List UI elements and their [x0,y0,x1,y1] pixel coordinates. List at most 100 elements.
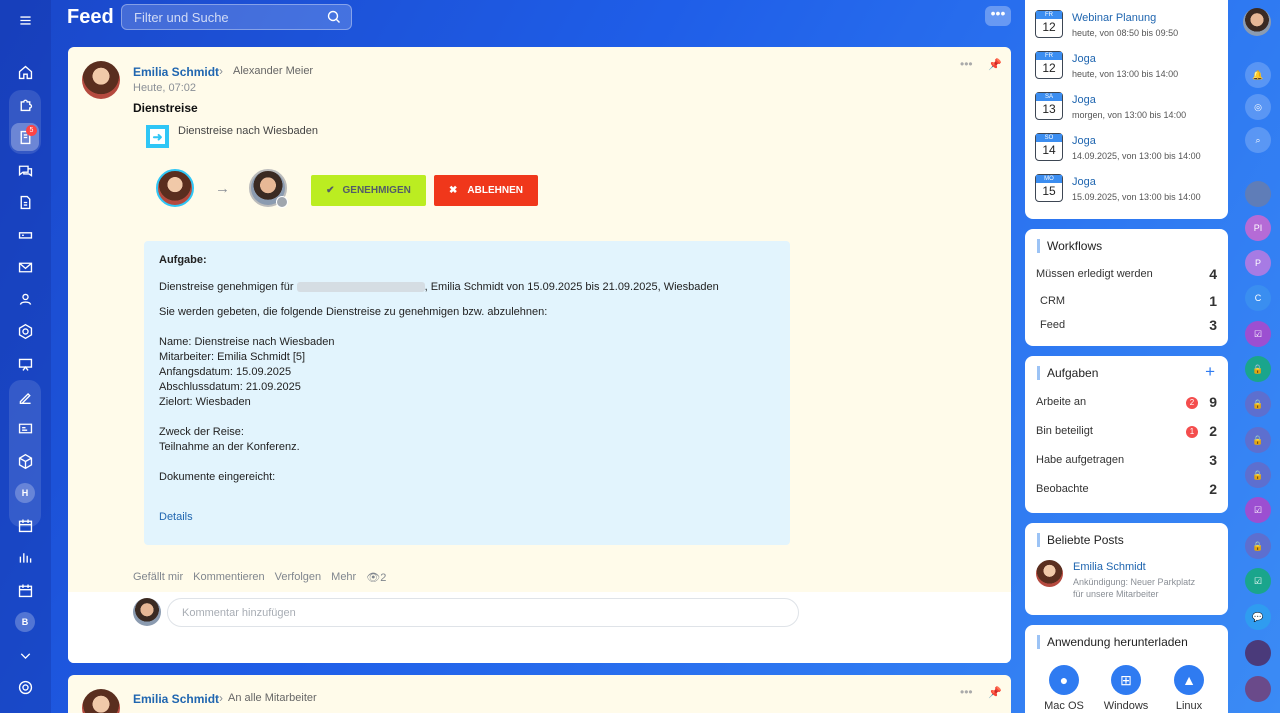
mail-icon[interactable] [11,253,39,281]
business-trip-icon: ➜ [146,125,169,148]
home-icon[interactable] [11,58,39,86]
lock-chat-icon[interactable]: 🔒 [1245,356,1271,382]
task-row-label[interactable]: Habe aufgetragen [1036,454,1124,466]
lock-chat-icon[interactable]: 🔒 [1245,427,1271,453]
contact-avatar-1[interactable] [1245,181,1271,207]
popular-title: Beliebte Posts [1037,533,1124,547]
card-icon[interactable] [11,414,39,442]
author-avatar[interactable] [82,61,120,99]
avatar-b[interactable]: B [11,608,39,636]
post-subtitle: Dienstreise nach Wiesbaden [178,125,319,137]
task-row-count[interactable]: 9 [1209,394,1217,410]
lock-chat-icon[interactable]: 🔒 [1245,462,1271,488]
search-icon[interactable] [327,10,341,27]
popular-text-2[interactable]: für unsere Mitarbeiter [1073,589,1159,599]
search-chat-icon[interactable]: ⌕ [1245,127,1271,153]
settings-icon[interactable] [11,673,39,701]
lock-chat-icon[interactable]: 🔒 [1245,391,1271,417]
bell-icon[interactable]: 🔔 [1245,62,1271,88]
puzzle-icon[interactable] [11,90,39,118]
post2-more-icon[interactable]: ••• [960,685,973,699]
header-more-button[interactable]: ••• [985,6,1011,26]
task-row-label[interactable]: Bin beteiligt [1036,425,1093,437]
event-title[interactable]: Joga [1072,94,1096,106]
approve-button[interactable]: ✔ GENEHMIGEN [311,175,426,206]
task-chat-icon[interactable]: ☑ [1245,321,1271,347]
task-row-label[interactable]: Arbeite an [1036,396,1086,408]
pin-icon[interactable]: 📌 [988,686,1002,699]
download-windows[interactable]: ⊞ Windows [1096,665,1156,712]
popular-author[interactable]: Emilia Schmidt [1073,561,1146,573]
feed-icon[interactable]: 5 [11,123,39,151]
workflow-row-count[interactable]: 3 [1209,317,1217,333]
more-button[interactable]: Mehr [331,571,356,584]
event-title[interactable]: Webinar Planung [1072,12,1156,24]
contact-avatar-2[interactable] [1245,640,1271,666]
user-avatar[interactable] [1243,8,1271,36]
event-time: heute, von 13:00 bis 14:00 [1072,69,1179,79]
details-link[interactable]: Details [159,511,193,523]
drive-icon[interactable] [11,220,39,248]
comment-input[interactable]: Kommentar hinzufügen [167,598,799,627]
task-employee: Mitarbeiter: Emilia Schmidt [5] [159,351,306,363]
comment-button[interactable]: Kommentieren [193,571,265,584]
search-input[interactable]: Filter und Suche [121,4,352,30]
task-start: Anfangsdatum: 15.09.2025 [159,366,292,378]
linux-icon: ▲ [1174,665,1204,695]
author-avatar-2[interactable] [82,689,120,713]
task-row-badge: 1 [1186,426,1198,438]
workflow-row-label[interactable]: Müssen erledigt werden [1036,268,1153,280]
add-task-button[interactable]: + [1205,362,1215,382]
presentation-icon[interactable] [11,350,39,378]
task-row-count[interactable]: 2 [1209,481,1217,497]
event-title[interactable]: Joga [1072,176,1096,188]
post2-author[interactable]: Emilia Schmidt [133,692,219,706]
popular-author-avatar[interactable] [1036,560,1063,587]
task-row-count[interactable]: 3 [1209,452,1217,468]
event-title[interactable]: Joga [1072,53,1096,65]
chat-icon[interactable]: 💬 [1245,604,1271,630]
post-author[interactable]: Emilia Schmidt [133,65,219,79]
download-macos[interactable]: ● Mac OS [1034,665,1094,712]
avatar-h[interactable]: H [11,479,39,507]
download-linux[interactable]: ▲ Linux [1159,665,1219,712]
requester-avatar[interactable] [156,169,194,207]
document-icon[interactable] [11,188,39,216]
target-icon[interactable]: ◎ [1245,94,1271,120]
chart-icon[interactable] [11,543,39,571]
left-sidebar: 5 H B [0,0,51,713]
task-chat-icon[interactable]: ☑ [1245,568,1271,594]
event-title[interactable]: Joga [1072,135,1096,147]
calendar-plan-icon[interactable] [11,511,39,539]
like-button[interactable]: Gefällt mir [133,571,183,584]
reject-button[interactable]: ✖ ABLEHNEN [434,175,538,206]
menu-icon[interactable] [11,6,39,34]
chat-icon[interactable] [11,156,39,184]
contact-avatar-p[interactable]: P [1245,250,1271,276]
lock-chat-icon[interactable]: 🔒 [1245,533,1271,559]
chevron-down-icon[interactable] [11,641,39,669]
task-row-count[interactable]: 2 [1209,423,1217,439]
workflow-row-count[interactable]: 1 [1209,293,1217,309]
workflow-row-count[interactable]: 4 [1209,266,1217,282]
workflow-row-label[interactable]: Feed [1040,319,1065,331]
post2-recipient[interactable]: An alle Mitarbeiter [228,692,317,704]
calendar-date-icon: FR 12 [1035,51,1063,79]
box-icon[interactable] [11,447,39,475]
contacts-icon[interactable] [11,285,39,313]
task-row-label[interactable]: Beobachte [1036,483,1089,495]
contact-avatar-c[interactable]: C [1245,285,1271,311]
contact-avatar-pi[interactable]: PI [1245,215,1271,241]
post-recipient[interactable]: Alexander Meier [233,65,313,77]
hexagon-icon[interactable] [11,317,39,345]
task-chat-icon[interactable]: ☑ [1245,497,1271,523]
post-more-icon[interactable]: ••• [960,57,973,71]
pin-icon[interactable]: 📌 [988,58,1002,71]
contact-avatar-3[interactable] [1245,676,1271,702]
follow-button[interactable]: Verfolgen [275,571,321,584]
sign-icon[interactable] [11,382,39,410]
popular-text-1[interactable]: Ankündigung: Neuer Parkplatz [1073,577,1195,587]
post-time[interactable]: Heute, 07:02 [133,82,196,94]
calendar-icon[interactable] [11,576,39,604]
workflow-row-label[interactable]: CRM [1040,295,1065,307]
